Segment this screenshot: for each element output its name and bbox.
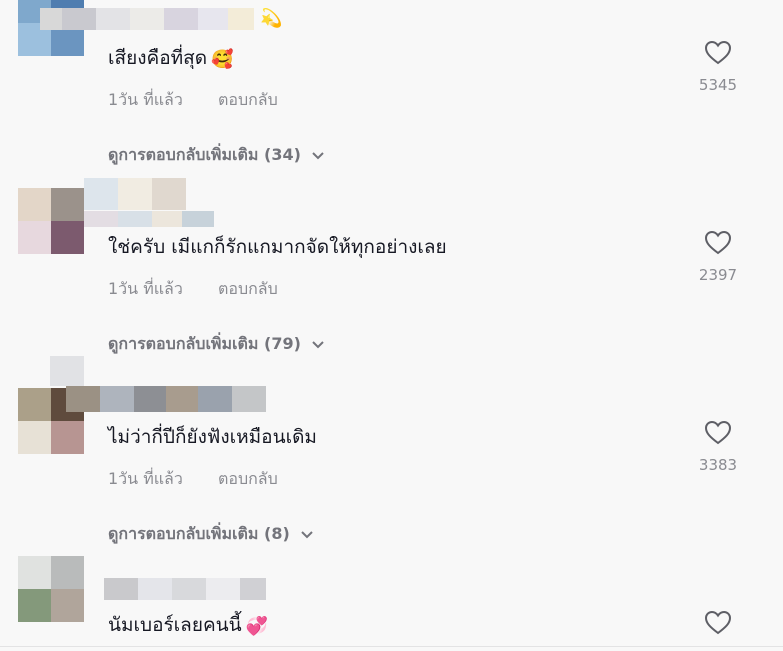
username-blurred[interactable] bbox=[104, 578, 266, 600]
comment-text: เสียงคือที่สุด 🥰 bbox=[108, 45, 234, 73]
like-group: 5345 bbox=[698, 40, 738, 94]
chevron-down-icon bbox=[311, 335, 325, 354]
avatar-pixel bbox=[18, 188, 51, 221]
comment-text: ไม่ว่ากี่ปีก็ยังฟังเหมือนเดิม bbox=[108, 426, 317, 448]
avatar-pixel bbox=[18, 221, 51, 254]
comment-text: นัมเบอร์เลยคนนี้ 💞 bbox=[108, 612, 268, 640]
avatar-pixel bbox=[51, 556, 84, 589]
reply-button[interactable]: ตอบกลับ bbox=[218, 90, 278, 109]
username-blurred[interactable]: 💫 bbox=[40, 8, 290, 30]
comment-meta: 1วัน ที่แล้ว ตอบกลับ bbox=[108, 277, 278, 302]
comment-time: 1วัน ที่แล้ว bbox=[108, 469, 183, 488]
like-group: 2397 bbox=[698, 230, 738, 284]
username-blurred bbox=[84, 211, 214, 227]
avatar[interactable] bbox=[18, 188, 84, 254]
reply-button[interactable]: ตอบกลับ bbox=[218, 469, 278, 488]
view-more-replies-button[interactable]: ดูการตอบกลับเพิ่มเติม (34) bbox=[108, 143, 325, 168]
avatar-pixel bbox=[51, 188, 84, 221]
comment-time: 1วัน ที่แล้ว bbox=[108, 279, 183, 298]
view-more-replies-button[interactable]: ดูการตอบกลับเพิ่มเติม (8) bbox=[108, 522, 314, 547]
sparkle-icon: 💫 bbox=[260, 8, 283, 29]
smiling-hearts-emoji: 🥰 bbox=[211, 49, 234, 70]
chevron-down-icon bbox=[300, 525, 314, 544]
avatar-pixel bbox=[51, 421, 84, 454]
username-blurred bbox=[50, 356, 84, 386]
like-count: 3383 bbox=[698, 456, 738, 474]
avatar[interactable] bbox=[18, 556, 84, 622]
avatar-pixel bbox=[51, 221, 84, 254]
heart-outline-icon[interactable] bbox=[704, 40, 732, 70]
chevron-down-icon bbox=[311, 146, 325, 165]
avatar-pixel bbox=[18, 421, 51, 454]
like-count: 2397 bbox=[698, 266, 738, 284]
avatar-pixel bbox=[18, 388, 51, 421]
heart-outline-icon[interactable] bbox=[704, 420, 732, 450]
username-blurred[interactable] bbox=[66, 386, 266, 412]
divider bbox=[0, 646, 783, 647]
avatar-pixel bbox=[51, 589, 84, 622]
comment-meta: 1วัน ที่แล้ว ตอบกลับ bbox=[108, 467, 278, 492]
reply-button[interactable]: ตอบกลับ bbox=[218, 279, 278, 298]
comment-meta: 1วัน ที่แล้ว ตอบกลับ bbox=[108, 88, 278, 113]
comment-text: ใช่ครับ เมีแกก็รักแกมากจัดให้ทุกอย่างเลย bbox=[108, 236, 447, 258]
view-more-replies-button[interactable]: ดูการตอบกลับเพิ่มเติม (79) bbox=[108, 332, 325, 357]
like-group bbox=[700, 610, 736, 640]
comment-time: 1วัน ที่แล้ว bbox=[108, 90, 183, 109]
avatar-pixel bbox=[18, 589, 51, 622]
avatar-pixel bbox=[18, 556, 51, 589]
heart-outline-icon[interactable] bbox=[704, 230, 732, 260]
like-group: 3383 bbox=[698, 420, 738, 474]
heart-outline-icon[interactable] bbox=[704, 610, 732, 640]
username-blurred[interactable] bbox=[84, 178, 186, 210]
like-count: 5345 bbox=[698, 76, 738, 94]
two-hearts-emoji: 💞 bbox=[245, 616, 269, 637]
